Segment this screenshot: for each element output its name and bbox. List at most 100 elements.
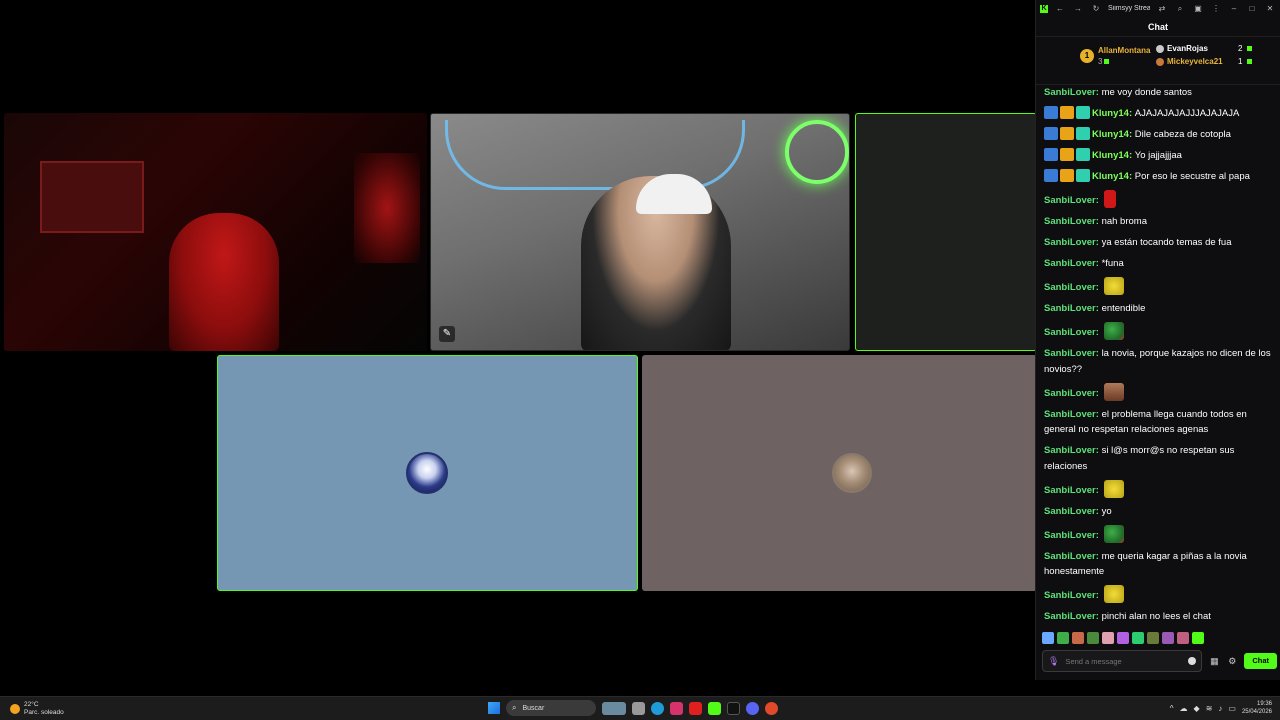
video-tile-main[interactable]: ✎ (430, 113, 850, 351)
emote-icon[interactable] (1117, 632, 1129, 644)
emote-icon[interactable] (1087, 632, 1099, 644)
volume-icon[interactable]: ♪ (1218, 704, 1222, 713)
face-emote-icon[interactable] (1103, 382, 1124, 401)
chat-username[interactable]: SanbiLover (1044, 237, 1096, 248)
tiktok-icon[interactable] (727, 701, 740, 715)
video-tile-photo-avatar[interactable] (642, 355, 1037, 591)
chat-username[interactable]: SanbiLover (1044, 282, 1096, 293)
mic-muted-icon[interactable]: ✎ (439, 326, 455, 342)
user-badge-icon[interactable] (1076, 106, 1090, 119)
chat-username[interactable]: Kluny14 (1092, 171, 1129, 182)
kick-app-icon[interactable] (708, 701, 721, 715)
chat-message: Kluny14: Por eso le secustre al papa (1044, 169, 1273, 185)
file-explorer-icon[interactable] (632, 701, 645, 715)
user-badge-icon[interactable] (1076, 127, 1090, 140)
emote-icon[interactable] (1102, 632, 1114, 644)
chat-username[interactable]: Kluny14 (1092, 108, 1129, 119)
cloud-icon[interactable]: ☁ (1180, 704, 1188, 713)
chat-username[interactable]: SanbiLover (1044, 388, 1096, 399)
chat-messages[interactable]: SanbiLover: me voy donde santos Kluny14: … (1036, 85, 1280, 628)
chat-username[interactable]: SanbiLover (1044, 348, 1096, 359)
mic-icon[interactable]: 🎙 (1048, 656, 1059, 667)
user-badge-icon[interactable] (1044, 169, 1058, 182)
instagram-icon[interactable] (670, 701, 683, 715)
emote-icon[interactable] (1057, 632, 1069, 644)
wifi-icon[interactable]: ≋ (1206, 704, 1213, 713)
close-icon[interactable]: ✕ (1264, 4, 1276, 13)
user-badge-icon[interactable] (1060, 106, 1074, 119)
edge-browser-icon[interactable] (651, 701, 664, 715)
user-badge-icon[interactable] (1060, 169, 1074, 182)
chat-username[interactable]: SanbiLover (1044, 303, 1096, 314)
chat-message: SanbiLover: (1044, 382, 1273, 402)
system-tray: ^ ☁ ◆ ≋ ♪ ▭ 19:36 25/04/2026 (1170, 700, 1272, 716)
gift-box-icon[interactable]: ▦ (1208, 656, 1220, 667)
video-tile-empty[interactable] (855, 113, 1037, 351)
user-badge-icon[interactable] (1076, 148, 1090, 161)
user-badge-icon[interactable] (1060, 148, 1074, 161)
chat-username[interactable]: SanbiLover (1044, 485, 1096, 496)
battery-icon[interactable]: ▭ (1228, 704, 1236, 713)
yellow-emote-icon[interactable] (1103, 479, 1124, 498)
windows-start-icon[interactable] (488, 702, 500, 714)
yellow-emote-icon[interactable] (1103, 277, 1124, 295)
zoom-icon[interactable]: ⌕ (1174, 4, 1186, 14)
pepe-emote-icon[interactable] (1103, 322, 1124, 340)
chat-username[interactable]: SanbiLover (1044, 327, 1096, 338)
leaderboard-first[interactable]: 1 AllanMontana 3 (1080, 45, 1150, 67)
reload-icon[interactable]: ↻ (1090, 4, 1102, 13)
minimize-icon[interactable]: – (1228, 4, 1240, 13)
emote-icon[interactable] (1132, 632, 1144, 644)
user-badge-icon[interactable] (1044, 127, 1058, 140)
chrome-icon[interactable] (765, 701, 778, 715)
chat-input[interactable] (1065, 656, 1183, 666)
settings-gear-icon[interactable]: ⚙ (1226, 656, 1238, 667)
chat-username[interactable]: Kluny14 (1092, 150, 1129, 161)
youtube-icon[interactable] (689, 701, 702, 715)
user-badge-icon[interactable] (1044, 148, 1058, 161)
chat-username[interactable]: SanbiLover (1044, 506, 1096, 517)
chat-username[interactable]: SanbiLover (1044, 409, 1096, 420)
user-badge-icon[interactable] (1076, 169, 1090, 182)
maximize-icon[interactable]: □ (1246, 4, 1258, 13)
yellow-emote-icon[interactable] (1103, 585, 1124, 603)
chat-username[interactable]: SanbiLover (1044, 258, 1096, 269)
chat-username[interactable]: SanbiLover (1044, 590, 1096, 601)
emote-icon[interactable] (1042, 632, 1054, 644)
news-widget-icon[interactable] (602, 701, 626, 715)
chat-username[interactable]: SanbiLover (1044, 216, 1096, 227)
taskbar-search[interactable]: ⌕ Buscar (506, 700, 596, 716)
chevron-up-icon[interactable]: ^ (1170, 704, 1174, 713)
back-arrow-icon[interactable]: ← (1054, 4, 1066, 13)
emote-icon[interactable] (1192, 632, 1204, 644)
discord-icon[interactable] (746, 701, 759, 715)
more-icon[interactable]: ⋮ (1210, 4, 1222, 13)
red-emote-icon[interactable] (1103, 190, 1116, 208)
chat-username[interactable]: SanbiLover (1044, 530, 1096, 541)
chat-username[interactable]: SanbiLover (1044, 611, 1096, 622)
translate-icon[interactable]: ⇄ (1156, 4, 1168, 13)
video-tile-helmet-avatar[interactable] (217, 355, 638, 591)
user-badge-icon[interactable] (1044, 106, 1058, 119)
clock[interactable]: 19:36 25/04/2026 (1242, 700, 1272, 716)
video-tile-red-room[interactable] (4, 113, 427, 351)
forward-arrow-icon[interactable]: → (1072, 4, 1084, 13)
chat-username[interactable]: SanbiLover (1044, 87, 1096, 98)
chat-username[interactable]: Kluny14 (1092, 129, 1129, 140)
emote-icon[interactable] (1072, 632, 1084, 644)
emote-icon[interactable] (1162, 632, 1174, 644)
pepe-emote-icon[interactable] (1103, 524, 1124, 543)
user-badge-icon[interactable] (1060, 127, 1074, 140)
send-chat-button[interactable]: Chat (1244, 653, 1277, 669)
chat-username[interactable]: SanbiLover (1044, 445, 1096, 456)
shield-icon[interactable]: ◆ (1194, 704, 1200, 713)
weather-widget[interactable]: 22°C Parc. soleado (10, 701, 64, 717)
emoji-picker-icon[interactable] (1188, 657, 1197, 665)
emote-icon[interactable] (1147, 632, 1159, 644)
screenshot-icon[interactable]: ▣ (1192, 4, 1204, 13)
chat-username[interactable]: SanbiLover (1044, 551, 1096, 562)
chat-username[interactable]: SanbiLover (1044, 195, 1096, 206)
emote-icon[interactable] (1177, 632, 1189, 644)
leaderboard-third[interactable]: Mickeyvelca21 1 (1156, 57, 1253, 66)
leaderboard-second[interactable]: EvanRojas 2 (1156, 44, 1253, 53)
